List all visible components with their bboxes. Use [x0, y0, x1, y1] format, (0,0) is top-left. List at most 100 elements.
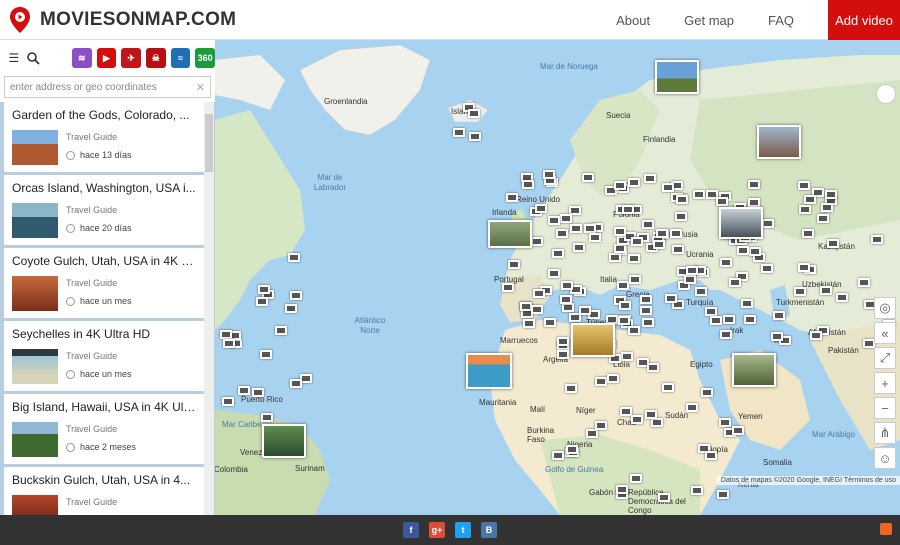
- video-marker[interactable]: [629, 275, 641, 284]
- drone-icon[interactable]: ✈: [121, 48, 141, 68]
- zoom-out-button[interactable]: −: [874, 397, 896, 419]
- video-marker[interactable]: [749, 247, 761, 256]
- video-marker[interactable]: [647, 363, 659, 372]
- video-thumbnail[interactable]: [655, 60, 699, 94]
- video-marker[interactable]: [582, 173, 594, 182]
- video-marker[interactable]: [579, 306, 591, 315]
- video-marker[interactable]: [640, 306, 652, 315]
- video-marker[interactable]: [744, 315, 756, 324]
- video-marker[interactable]: [220, 330, 232, 339]
- video-marker[interactable]: [817, 214, 829, 223]
- video-marker[interactable]: [548, 216, 560, 225]
- video-marker[interactable]: [523, 319, 535, 328]
- video-marker[interactable]: [705, 451, 717, 460]
- video-marker[interactable]: [645, 410, 657, 419]
- video-marker[interactable]: [642, 220, 654, 229]
- video-marker[interactable]: [670, 229, 682, 238]
- video-marker[interactable]: [544, 318, 556, 327]
- video-marker[interactable]: [453, 128, 465, 137]
- video-marker[interactable]: [252, 388, 264, 397]
- add-video-button[interactable]: Add video: [828, 0, 900, 40]
- nav-about[interactable]: About: [616, 13, 650, 28]
- video-marker[interactable]: [684, 275, 696, 284]
- video-marker[interactable]: [675, 212, 687, 221]
- video-marker[interactable]: [617, 281, 629, 290]
- video-marker[interactable]: [222, 397, 234, 406]
- video-marker[interactable]: [556, 229, 568, 238]
- video-thumbnail[interactable]: [262, 424, 306, 458]
- search-icon[interactable]: [24, 48, 44, 68]
- search-input[interactable]: [10, 81, 195, 93]
- list-item[interactable]: Seychelles in 4K Ultra HD Travel Guide h…: [4, 321, 206, 391]
- video-marker[interactable]: [595, 377, 607, 386]
- video-marker[interactable]: [609, 253, 621, 262]
- video-marker[interactable]: [676, 195, 688, 204]
- video-marker[interactable]: [552, 249, 564, 258]
- video-marker[interactable]: [716, 197, 728, 206]
- video-marker[interactable]: [631, 415, 643, 424]
- video-marker[interactable]: [771, 332, 783, 341]
- video-marker[interactable]: [619, 301, 631, 310]
- video-marker[interactable]: [691, 486, 703, 495]
- video-marker[interactable]: [595, 421, 607, 430]
- video-marker[interactable]: [258, 285, 270, 294]
- list-item[interactable]: Buckskin Gulch, Utah, USA in 4... Travel…: [4, 467, 206, 515]
- video-marker[interactable]: [614, 227, 626, 236]
- video-marker[interactable]: [562, 303, 574, 312]
- video-marker[interactable]: [589, 233, 601, 242]
- video-marker[interactable]: [710, 316, 722, 325]
- video-marker[interactable]: [607, 374, 619, 383]
- video-marker[interactable]: [535, 204, 547, 213]
- video-marker[interactable]: [642, 318, 654, 327]
- video-marker[interactable]: [821, 203, 833, 212]
- video-marker[interactable]: [794, 287, 806, 296]
- logo[interactable]: MOVIESONMAP.COM: [10, 7, 236, 33]
- nav-faq[interactable]: FAQ: [768, 13, 794, 28]
- video-marker[interactable]: [762, 219, 774, 228]
- rss-icon[interactable]: [880, 523, 892, 535]
- video-marker[interactable]: [584, 224, 596, 233]
- video-marker[interactable]: [586, 429, 598, 438]
- video-marker[interactable]: [260, 350, 272, 359]
- video-marker[interactable]: [256, 297, 268, 306]
- video-marker[interactable]: [223, 339, 235, 348]
- video-marker[interactable]: [656, 229, 668, 238]
- video-marker[interactable]: [717, 490, 729, 499]
- video-marker[interactable]: [653, 240, 665, 249]
- video-marker[interactable]: [871, 235, 883, 244]
- video-thumbnail[interactable]: [757, 125, 801, 159]
- video-marker[interactable]: [695, 287, 707, 296]
- clear-icon[interactable]: ✕: [196, 81, 205, 94]
- play-icon[interactable]: ▶: [96, 48, 117, 68]
- video-thumbnail[interactable]: [732, 353, 776, 387]
- video-marker[interactable]: [820, 286, 832, 295]
- video-marker[interactable]: [628, 254, 640, 263]
- video-marker[interactable]: [686, 403, 698, 412]
- video-marker[interactable]: [640, 295, 652, 304]
- video-marker[interactable]: [543, 170, 555, 179]
- video-marker[interactable]: [285, 304, 297, 313]
- video-marker[interactable]: [628, 178, 640, 187]
- video-marker[interactable]: [630, 474, 642, 483]
- list-scrollbar[interactable]: [204, 102, 214, 515]
- video-marker[interactable]: [557, 350, 569, 359]
- video-marker[interactable]: [531, 305, 543, 314]
- video-marker[interactable]: [701, 388, 713, 397]
- video-marker[interactable]: [662, 183, 674, 192]
- video-marker[interactable]: [804, 195, 816, 204]
- video-marker[interactable]: [533, 289, 545, 298]
- video-marker[interactable]: [618, 316, 630, 325]
- video-marker[interactable]: [468, 109, 480, 118]
- video-marker[interactable]: [616, 485, 628, 494]
- video-marker[interactable]: [560, 295, 572, 304]
- list-item[interactable]: Coyote Gulch, Utah, USA in 4K U... Trave…: [4, 248, 206, 318]
- 360-icon[interactable]: 360: [195, 48, 215, 68]
- video-marker[interactable]: [238, 386, 250, 395]
- video-marker[interactable]: [651, 418, 663, 427]
- video-marker[interactable]: [631, 237, 643, 246]
- video-marker[interactable]: [628, 326, 640, 335]
- video-marker[interactable]: [557, 337, 569, 346]
- video-marker[interactable]: [261, 413, 273, 422]
- video-marker[interactable]: [705, 307, 717, 316]
- video-marker[interactable]: [748, 198, 760, 207]
